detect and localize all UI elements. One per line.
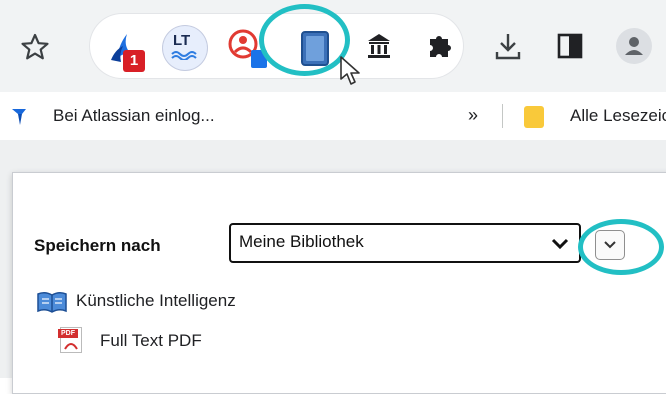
bookmark-atlassian[interactable]: Bei Atlassian einlog... (53, 106, 215, 126)
pdf-badge: PDF (58, 329, 78, 338)
chevron-down-icon (551, 238, 569, 250)
acrobat-swoosh-icon (64, 343, 78, 350)
library-icon[interactable] (364, 31, 394, 61)
bookmarks-divider (502, 104, 503, 128)
library-select[interactable]: Meine Bibliothek (229, 223, 581, 263)
star-icon[interactable] (20, 32, 50, 62)
open-book-icon (37, 291, 67, 313)
book-highlight-ring (259, 4, 350, 76)
atlassian-icon (12, 109, 26, 125)
pdf-icon: PDF (58, 327, 84, 353)
notification-badge: 1 (123, 50, 145, 72)
puzzle-icon[interactable] (425, 31, 455, 61)
account-button[interactable] (616, 28, 652, 64)
confluence-extension-button[interactable]: 1 (103, 28, 147, 72)
wave-icon (171, 51, 197, 60)
browser-toolbar: 1 LT (0, 0, 666, 92)
dropdown-highlight-ring (578, 219, 664, 275)
save-to-label: Speichern nach (34, 236, 161, 255)
bookmarks-overflow-button[interactable]: » (468, 105, 478, 126)
attachment-pdf[interactable]: Full Text PDF (100, 331, 202, 351)
library-select-value: Meine Bibliothek (239, 232, 364, 251)
account-icon (625, 37, 643, 55)
bookmark-all-bookmarks[interactable]: Alle Lesezeichen (570, 106, 666, 126)
item-title[interactable]: Künstliche Intelligenz (76, 291, 236, 311)
mouse-cursor-icon (340, 56, 360, 85)
folder-icon (524, 106, 544, 128)
download-icon[interactable] (493, 30, 523, 62)
bookmarks-bar: Bei Atlassian einlog... » Alle Lesezeich… (0, 92, 666, 141)
sidebar-icon[interactable] (556, 32, 584, 60)
languagetool-extension-button[interactable]: LT (163, 26, 207, 70)
save-popup (12, 172, 666, 394)
languagetool-icon: LT (173, 32, 191, 49)
